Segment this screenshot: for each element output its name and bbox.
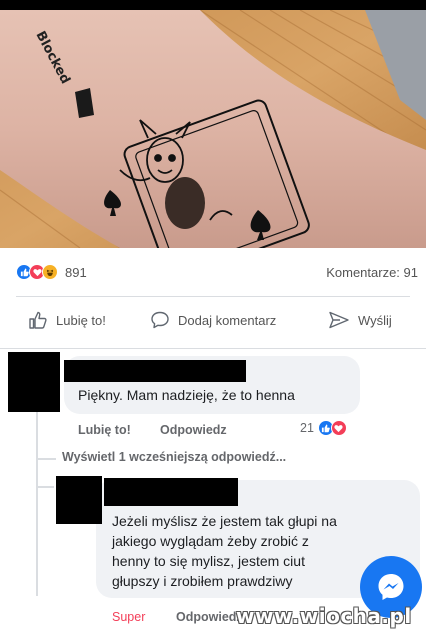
haha-icon <box>42 264 58 280</box>
comment-reactions[interactable]: 21 <box>300 420 347 436</box>
watermark-tld: .pl <box>381 604 412 628</box>
reactions-summary[interactable]: 891 <box>16 260 87 284</box>
love-icon <box>330 420 347 436</box>
like-label: Lubię to! <box>56 312 106 328</box>
reply-reply-button[interactable]: Odpowiedz <box>176 610 243 624</box>
tattoo-photo: Blocked <box>0 10 426 248</box>
reaction-count: 891 <box>65 264 87 280</box>
thread-line <box>36 412 38 460</box>
view-more-replies-link[interactable]: Wyświetl 1 wcześniejszą odpowiedź... <box>62 450 286 464</box>
post-photo[interactable]: Blocked <box>0 10 426 248</box>
reply-text-line-1: Jeżeli myślisz że jestem tak głupi na <box>112 513 337 529</box>
divider <box>0 348 426 349</box>
comment-bubble-icon <box>151 311 169 329</box>
avatar[interactable] <box>8 352 60 412</box>
thumbs-up-icon <box>29 311 47 329</box>
redacted-author-name[interactable] <box>64 360 246 382</box>
comment-button[interactable]: Dodaj komentarz <box>150 310 276 330</box>
comments-count[interactable]: Komentarze: 91 <box>326 265 418 280</box>
redacted-author-name[interactable] <box>104 478 238 506</box>
share-button[interactable]: Wyślij <box>328 310 392 330</box>
reply-reaction-label[interactable]: Super <box>112 610 145 624</box>
like-button[interactable]: Lubię to! <box>28 310 106 330</box>
reply-text-line-3: henny to się mylisz, jestem ciut <box>112 553 305 569</box>
thread-line <box>36 486 54 488</box>
watermark-site: www.wiocha <box>236 604 382 628</box>
thread-line <box>36 458 56 460</box>
messenger-icon <box>378 574 404 600</box>
watermark: www.wiocha.pl <box>236 604 412 628</box>
comment-reply-button[interactable]: Odpowiedz <box>160 423 227 437</box>
share-label: Wyślij <box>358 312 392 328</box>
comment-like-button[interactable]: Lubię to! <box>78 423 131 437</box>
reply-text-line-4: głupszy i zrobiłem prawdziwy <box>112 573 293 589</box>
thread-line <box>36 460 38 596</box>
divider <box>16 296 410 297</box>
post-action-bar: Lubię to! Dodaj komentarz Wyślij <box>0 310 426 340</box>
reply-avatar[interactable] <box>56 476 102 524</box>
comment-text: Piękny. Mam nadzieję, że to henna <box>78 387 295 403</box>
comment-label: Dodaj komentarz <box>178 312 277 328</box>
send-icon <box>329 311 349 329</box>
reply-text-line-2: jakiego wyglądam żeby zrobić z <box>112 533 309 549</box>
comment-reaction-count: 21 <box>300 421 314 435</box>
